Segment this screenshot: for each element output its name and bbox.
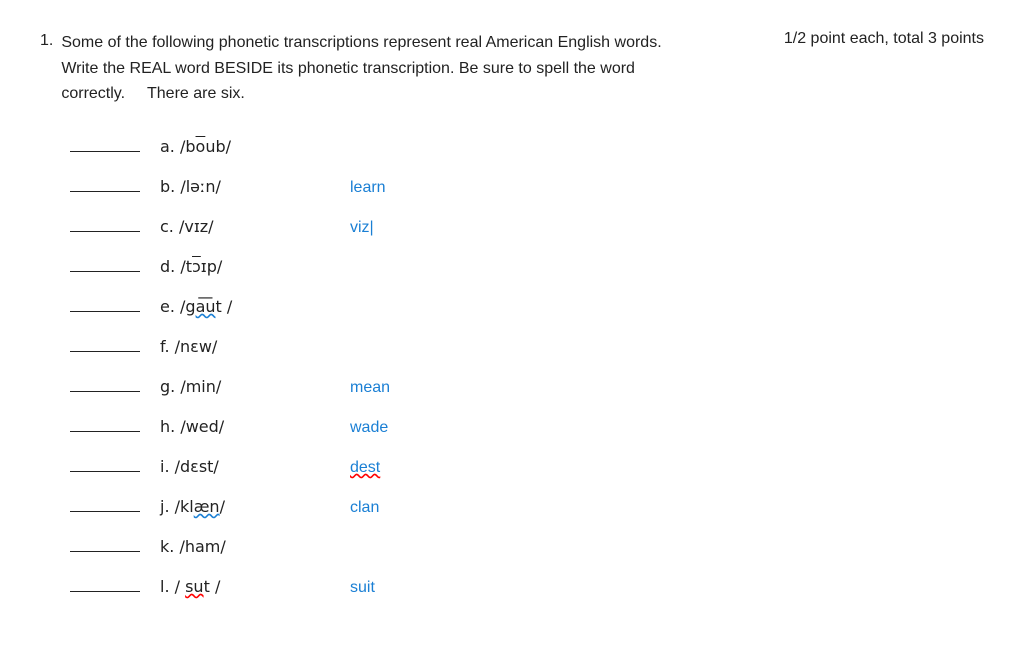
item-label-h: h. /wed/ [160, 417, 340, 437]
item-label-l: l. / sut / [160, 577, 340, 597]
blank-f [70, 351, 140, 352]
question-text-line3: correctly. There are six. [61, 81, 744, 107]
item-row-l: l. / sut / suit [70, 577, 984, 607]
item-row-e: e. /ga͞ut / [70, 297, 984, 327]
item-label-k: k. /ham/ [160, 537, 340, 557]
item-label-j: j. /klæn/ [160, 497, 340, 517]
question-line1-left: Some of the following phonetic transcrip… [61, 30, 744, 107]
item-label-b: b. /ləːn/ [160, 177, 340, 197]
answer-i: dest [350, 459, 380, 477]
question-number: 1. [40, 32, 53, 50]
item-row-f: f. /nɛw/ [70, 337, 984, 367]
blank-k [70, 551, 140, 552]
item-row-j: j. /klæn/ clan [70, 497, 984, 527]
blank-l [70, 591, 140, 592]
blank-h [70, 431, 140, 432]
question-points: 1/2 point each, total 3 points [784, 30, 984, 48]
item-label-d: d. /tɔɪp/ [160, 257, 340, 277]
item-row-a: a. /boub/ [70, 137, 984, 167]
answer-g: mean [350, 379, 390, 397]
answer-h: wade [350, 419, 388, 437]
item-label-i: i. /dɛst/ [160, 457, 340, 477]
item-label-e: e. /ga͞ut / [160, 297, 340, 317]
answer-b: learn [350, 179, 386, 197]
blank-c [70, 231, 140, 232]
question-container: 1. Some of the following phonetic transc… [40, 30, 984, 107]
blank-d [70, 271, 140, 272]
answer-l: suit [350, 579, 375, 597]
items-list: a. /boub/ b. /ləːn/ learn c. /vɪz/ viz| … [70, 137, 984, 607]
question-there-are-six: There are six. [147, 85, 245, 102]
question-correctly: correctly. [61, 85, 125, 102]
item-row-g: g. /min/ mean [70, 377, 984, 407]
blank-e [70, 311, 140, 312]
item-label-c: c. /vɪz/ [160, 217, 340, 237]
question-line1: Some of the following phonetic transcrip… [61, 30, 984, 107]
item-label-a: a. /boub/ [160, 137, 340, 157]
blank-b [70, 191, 140, 192]
item-row-h: h. /wed/ wade [70, 417, 984, 447]
answer-c: viz| [350, 219, 374, 237]
item-row-c: c. /vɪz/ viz| [70, 217, 984, 247]
question-text-line1: Some of the following phonetic transcrip… [61, 30, 744, 56]
answer-j: clan [350, 499, 379, 517]
item-label-g: g. /min/ [160, 377, 340, 397]
blank-i [70, 471, 140, 472]
item-label-f: f. /nɛw/ [160, 337, 340, 357]
item-row-b: b. /ləːn/ learn [70, 177, 984, 207]
item-row-d: d. /tɔɪp/ [70, 257, 984, 287]
blank-g [70, 391, 140, 392]
question-text: Some of the following phonetic transcrip… [61, 30, 984, 107]
blank-a [70, 151, 140, 152]
item-row-i: i. /dɛst/ dest [70, 457, 984, 487]
blank-j [70, 511, 140, 512]
question-text-line2: Write the REAL word BESIDE its phonetic … [61, 56, 744, 82]
item-row-k: k. /ham/ [70, 537, 984, 567]
